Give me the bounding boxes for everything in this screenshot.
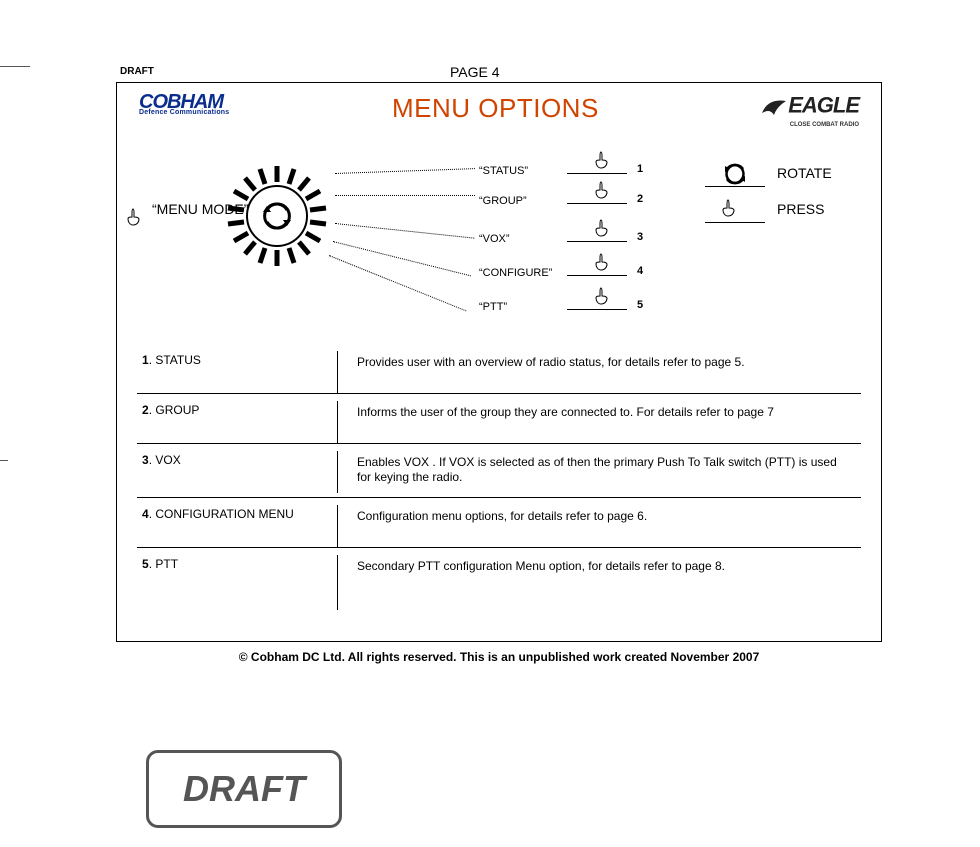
- table-row: 5. PTT Secondary PTT configuration Menu …: [137, 557, 861, 607]
- leader-line: [335, 223, 474, 239]
- option-label: “GROUP”: [479, 195, 527, 207]
- table-row: 1. STATUS Provides user with an overview…: [137, 353, 861, 393]
- row-underline: [137, 393, 861, 394]
- row-description: Secondary PTT configuration Menu option,…: [357, 559, 851, 574]
- row-label: 4. CONFIGURATION MENU: [142, 507, 332, 521]
- legend-line: [705, 222, 765, 223]
- leader-line: [335, 195, 475, 196]
- page-title: MENU OPTIONS: [392, 93, 599, 124]
- logo-eagle-sub: CLOSE COMBAT RADIO: [709, 122, 859, 128]
- draft-stamp: DRAFT: [146, 750, 342, 828]
- row-label: 5. PTT: [142, 557, 332, 571]
- leader-line: [329, 255, 467, 311]
- crop-mark-left: [0, 58, 30, 67]
- header-draft-label: DRAFT: [120, 66, 154, 77]
- row-description: Configuration menu options, for details …: [357, 509, 851, 524]
- row-label: 1. STATUS: [142, 353, 332, 367]
- copyright-footer: © Cobham DC Ltd. All rights reserved. Th…: [116, 650, 882, 664]
- row-underline: [137, 497, 861, 498]
- menu-mode-label: “MENU MODE”: [152, 201, 248, 217]
- legend-press-label: PRESS: [777, 201, 824, 217]
- logo-eagle-brand: EAGLE: [788, 93, 859, 118]
- row-underline: [137, 547, 861, 548]
- option-label: “PTT”: [479, 301, 507, 313]
- page-frame: COBHAM Defence Communications MENU OPTIO…: [116, 82, 882, 642]
- row-underline: [137, 443, 861, 444]
- row-description: Informs the user of the group they are c…: [357, 405, 851, 420]
- option-label: “CONFIGURE”: [479, 267, 552, 279]
- row-divider: [337, 401, 338, 443]
- row-description: Provides user with an overview of radio …: [357, 355, 851, 370]
- leader-line: [333, 241, 471, 276]
- option-number: 5: [637, 299, 643, 311]
- leader-line: [335, 168, 475, 174]
- logo-cobham-brand: COBHAM: [139, 95, 289, 109]
- row-description: Enables VOX . If VOX is selected as of t…: [357, 455, 851, 485]
- option-label: “STATUS”: [479, 165, 528, 177]
- table-row: 2. GROUP Informs the user of the group t…: [137, 403, 861, 443]
- option-number: 2: [637, 193, 643, 205]
- logo-eagle: EAGLE CLOSE COMBAT RADIO: [709, 95, 859, 128]
- draft-stamp-text: DRAFT: [183, 768, 305, 810]
- eagle-bird-icon: [760, 95, 788, 122]
- row-divider: [337, 451, 338, 493]
- row-label: 3. VOX: [142, 453, 332, 467]
- row-divider: [337, 505, 338, 547]
- hand-point-icon: [595, 219, 609, 242]
- logo-cobham-sub: Defence Communications: [139, 109, 289, 116]
- table-row: 4. CONFIGURATION MENU Configuration menu…: [137, 507, 861, 547]
- hand-point-icon: [722, 199, 736, 222]
- row-divider: [337, 555, 338, 610]
- hand-point-icon: [595, 287, 609, 310]
- hand-point-icon: [595, 181, 609, 204]
- logo-cobham: COBHAM Defence Communications: [139, 95, 289, 116]
- option-label: “VOX”: [479, 233, 510, 245]
- crop-mark-bottom-left: [0, 460, 8, 461]
- hand-point-icon: [127, 208, 141, 231]
- row-divider: [337, 351, 338, 393]
- table-row: 3. VOX Enables VOX . If VOX is selected …: [137, 453, 861, 497]
- option-number: 3: [637, 231, 643, 243]
- header-page-number: PAGE 4: [450, 64, 500, 80]
- rotate-arrows-icon: [722, 163, 748, 190]
- option-number: 1: [637, 163, 643, 175]
- hand-point-icon: [595, 151, 609, 174]
- legend-rotate-label: ROTATE: [777, 165, 832, 181]
- hand-point-icon: [595, 253, 609, 276]
- option-number: 4: [637, 265, 643, 277]
- row-label: 2. GROUP: [142, 403, 332, 417]
